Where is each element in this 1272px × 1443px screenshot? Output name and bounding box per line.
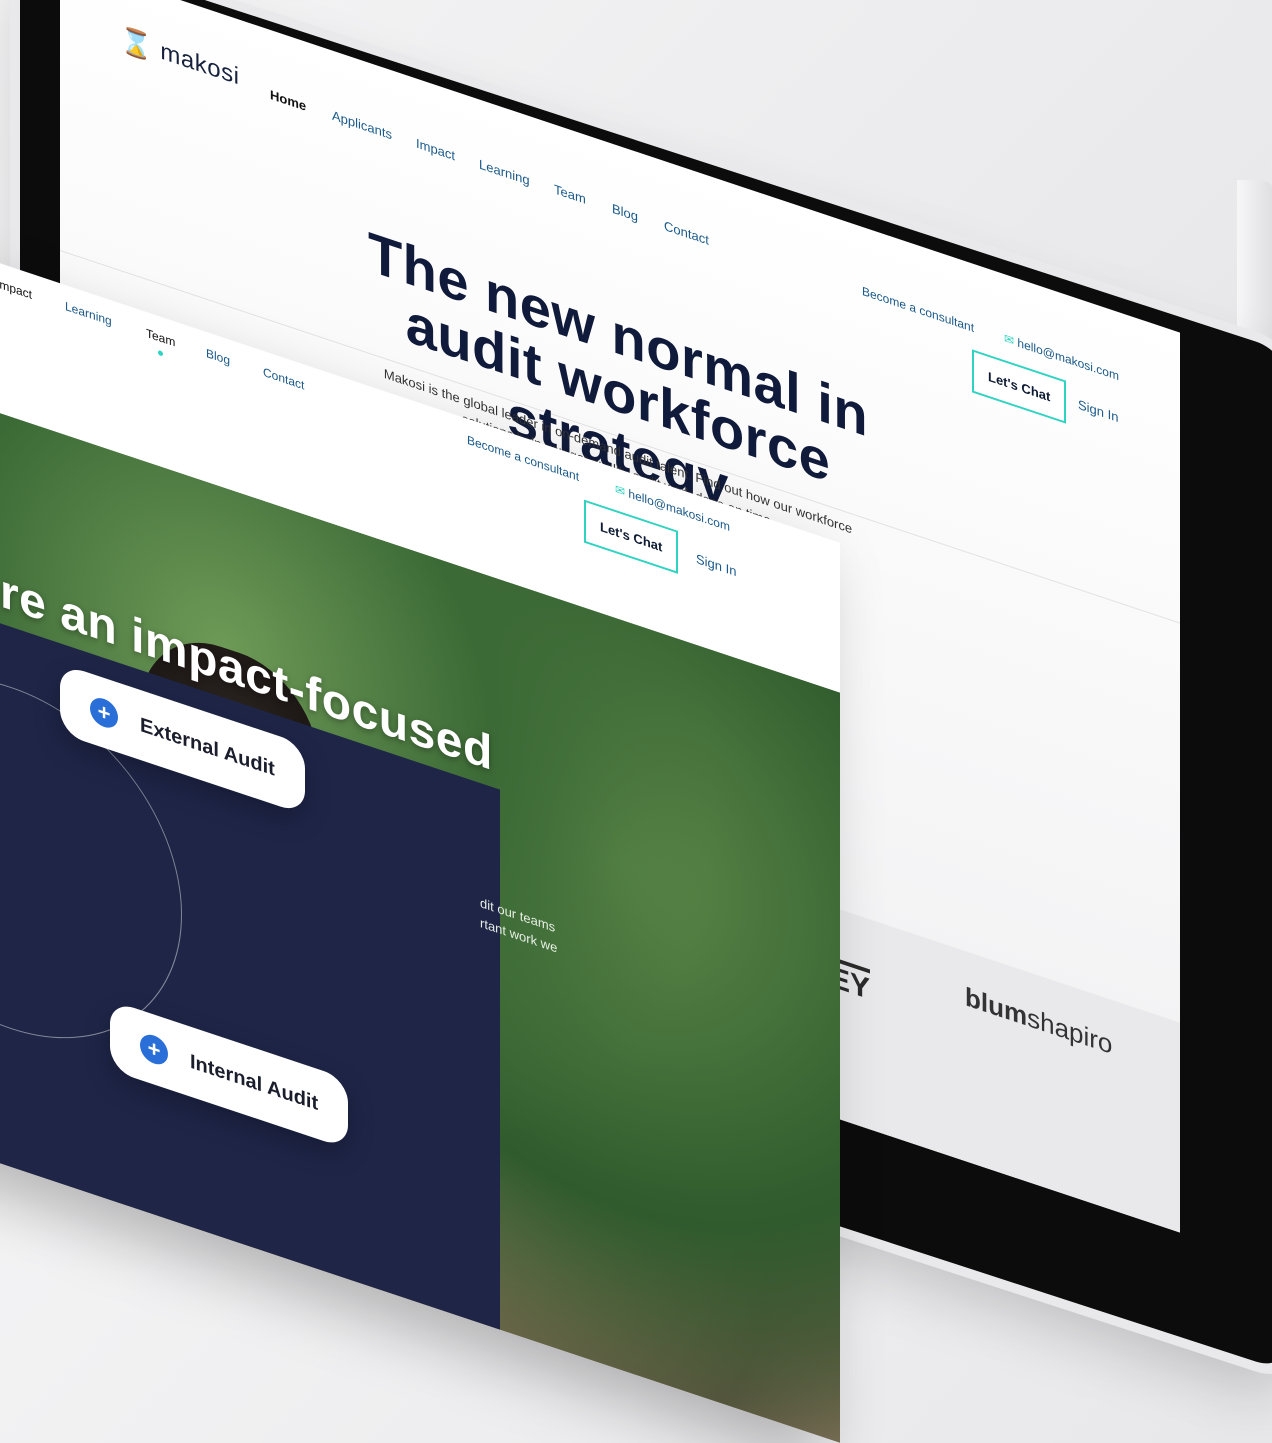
nav-contact[interactable]: Contact <box>664 218 709 248</box>
mail-icon: ✉ <box>615 481 626 500</box>
blumshapiro-logo: blumshapiro <box>965 981 1112 1061</box>
site-logo[interactable]: ⌛ makosi <box>120 22 240 92</box>
nav-team[interactable]: Team <box>554 181 586 207</box>
nav-applicants[interactable]: Applicants <box>332 107 392 142</box>
front-nav-blog[interactable]: Blog <box>206 346 230 368</box>
nav-impact[interactable]: Impact <box>416 135 455 163</box>
front-nav-team[interactable]: Team <box>146 326 175 350</box>
blum-logo-light: shapiro <box>1027 1001 1113 1061</box>
front-sign-in-link[interactable]: Sign In <box>696 551 736 579</box>
mail-icon: ✉ <box>1004 331 1015 349</box>
logo-text: makosi <box>160 37 240 91</box>
become-consultant-link[interactable]: Become a consultant <box>862 284 974 335</box>
front-nav-contact[interactable]: Contact <box>263 365 304 393</box>
nav-learning[interactable]: Learning <box>479 156 530 188</box>
hourglass-logo-icon: ⌛ <box>120 22 153 64</box>
sign-in-link[interactable]: Sign In <box>1078 397 1118 425</box>
blum-logo-bold: blum <box>965 981 1028 1032</box>
nav-home[interactable]: Home <box>270 87 306 114</box>
front-nav-impact[interactable]: Impact <box>0 276 32 302</box>
front-nav-learning[interactable]: Learning <box>65 299 112 329</box>
plus-icon: + <box>140 1030 168 1069</box>
nav-blog[interactable]: Blog <box>612 201 638 225</box>
active-nav-indicator <box>158 349 163 357</box>
plus-icon: + <box>90 694 118 732</box>
